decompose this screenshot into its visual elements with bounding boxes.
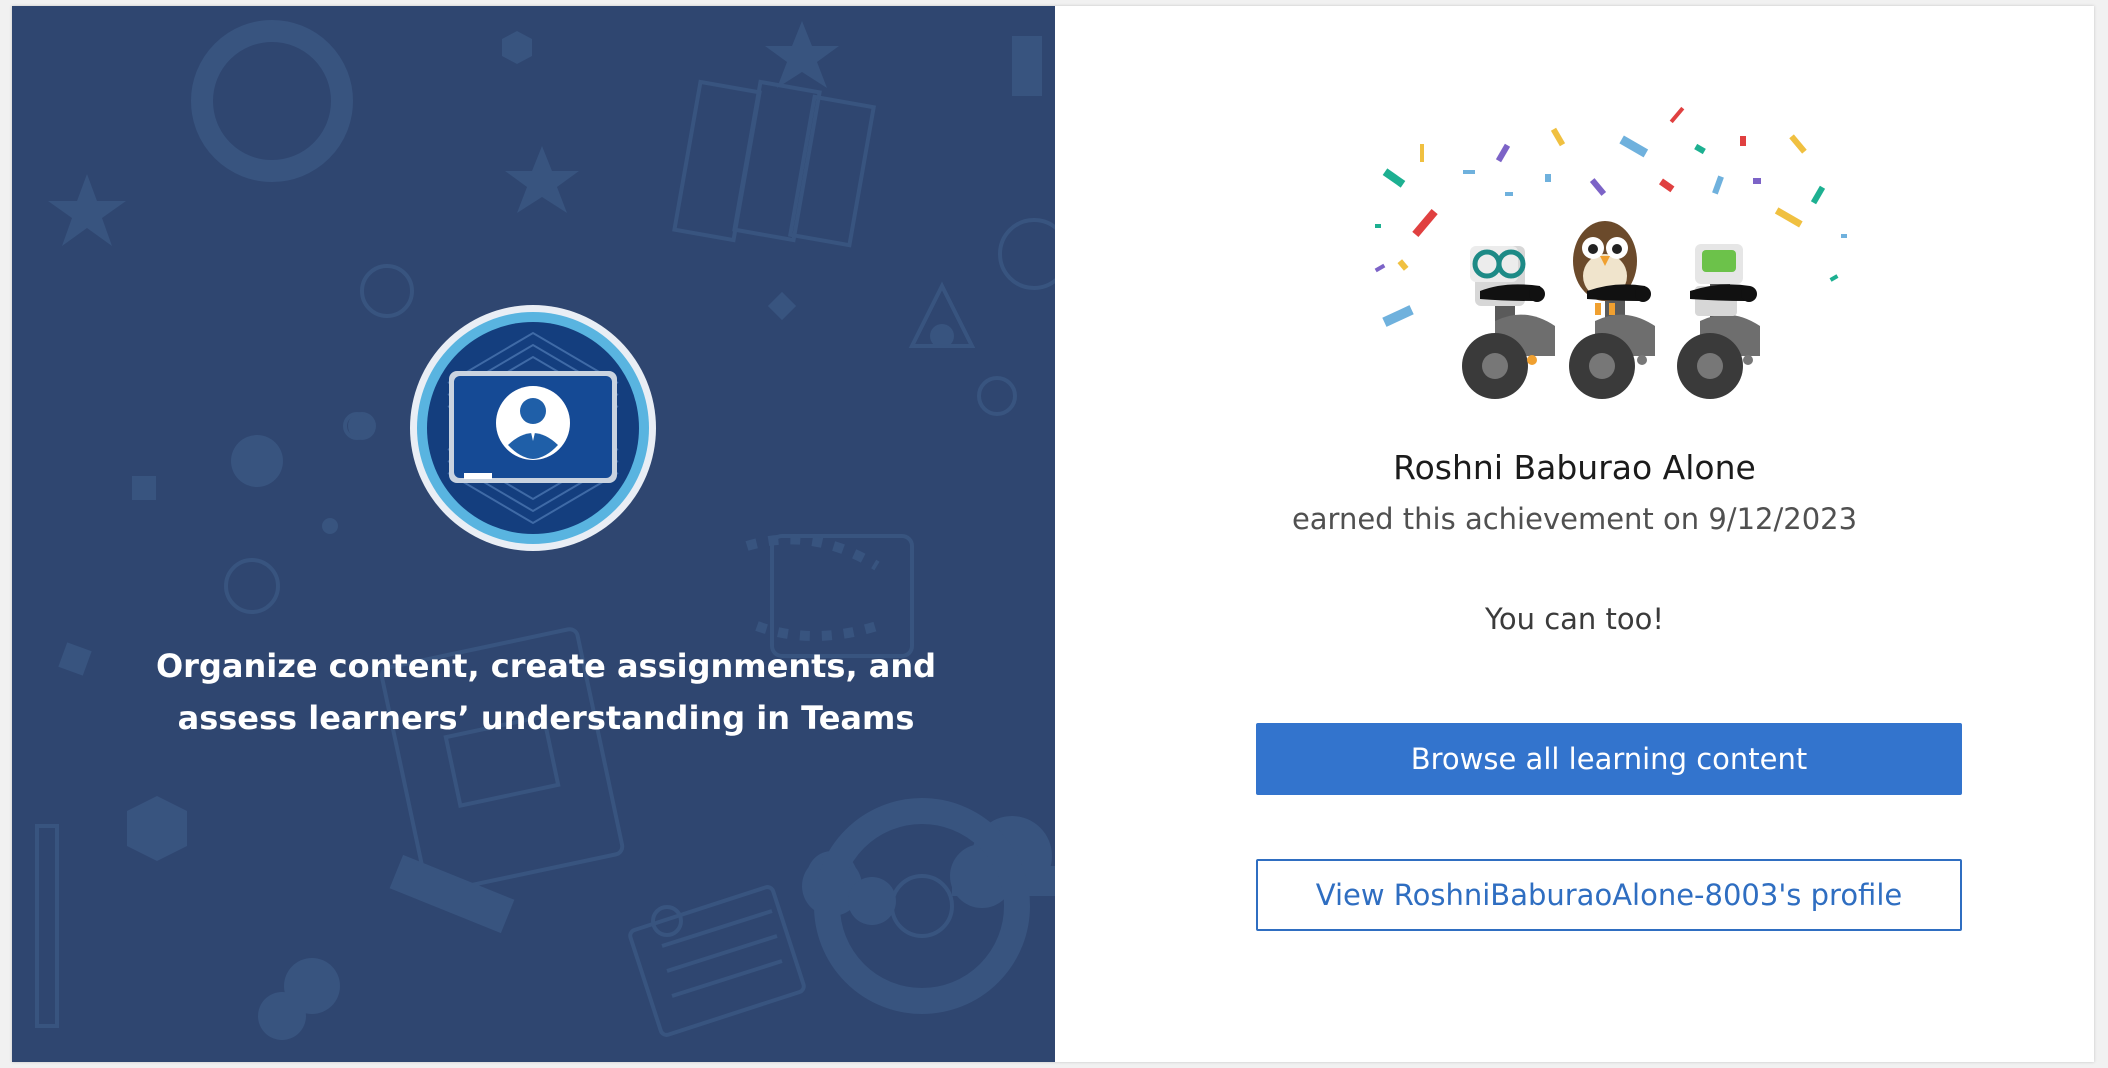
browse-learning-content-button[interactable]: Browse all learning content <box>1256 723 1962 795</box>
achievement-panel: Organize content, create assignments, an… <box>12 6 1055 1062</box>
earner-name: Roshni Baburao Alone <box>1393 448 1756 487</box>
view-profile-button[interactable]: View RoshniBaburaoAlone-8003's profile <box>1256 859 1962 931</box>
earner-panel: Roshni Baburao Alone earned this achieve… <box>1055 6 2094 1062</box>
celebration-robots-illustration <box>1374 106 1847 399</box>
achievement-card: Organize content, create assignments, an… <box>12 6 2094 1062</box>
achievement-description: Organize content, create assignments, an… <box>155 647 937 737</box>
teacher-presentation-badge-icon <box>410 305 656 551</box>
encouragement-text: You can too! <box>1485 602 1664 636</box>
earned-date-text: earned this achievement on 9/12/2023 <box>1291 502 1858 536</box>
